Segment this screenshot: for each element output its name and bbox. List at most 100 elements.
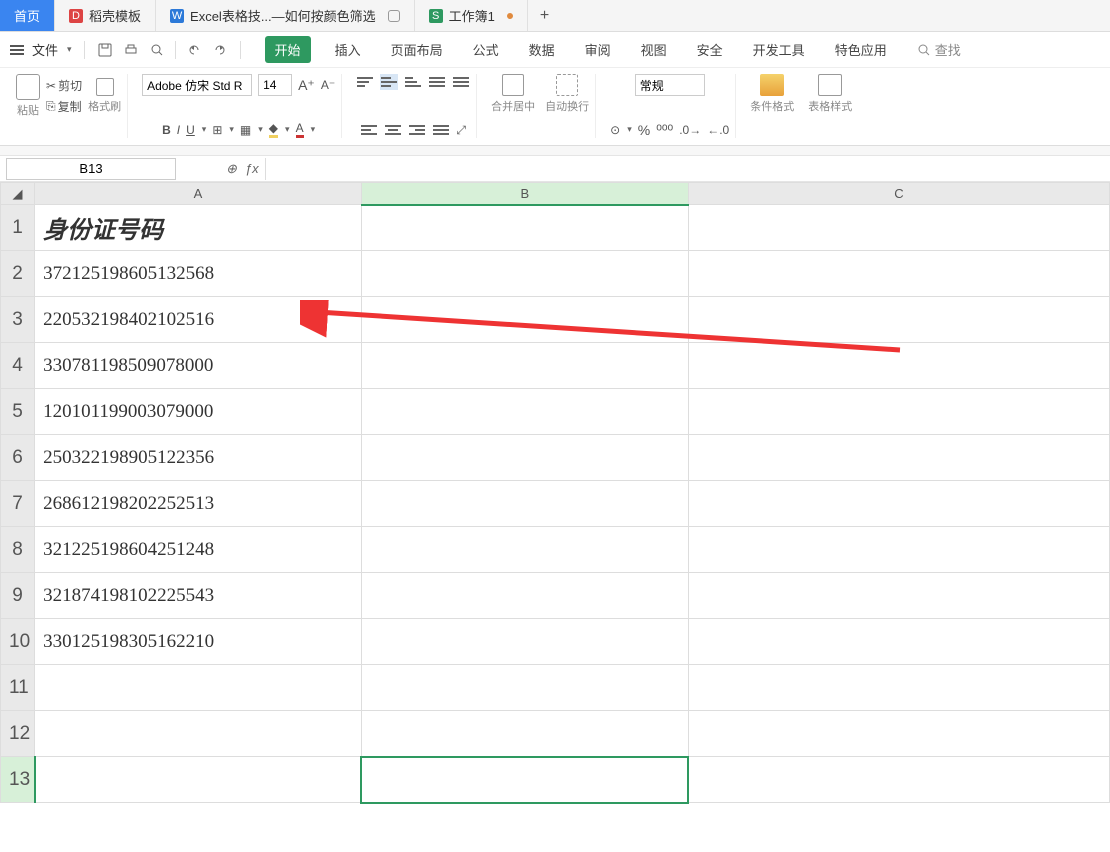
file-menu[interactable]: 文件 — [32, 40, 58, 59]
align-top-icon[interactable] — [356, 74, 374, 90]
align-center-icon[interactable] — [384, 122, 402, 138]
cell-A1[interactable]: 身份证号码 — [35, 205, 362, 251]
cell-A8[interactable]: 321225198604251248 — [35, 527, 362, 573]
percent-icon[interactable]: % — [638, 122, 650, 138]
cell-C10[interactable] — [688, 619, 1109, 665]
align-left-icon[interactable] — [360, 122, 378, 138]
undo-icon[interactable] — [186, 42, 202, 58]
cell-B10[interactable] — [361, 619, 688, 665]
cell-C7[interactable] — [688, 481, 1109, 527]
cell-B5[interactable] — [361, 389, 688, 435]
tab-workbook[interactable]: S工作簿1 — [415, 0, 528, 31]
menu-security[interactable]: 安全 — [691, 36, 729, 63]
row-header[interactable]: 8 — [1, 527, 35, 573]
italic-button[interactable]: I — [177, 123, 180, 137]
align-justify-icon[interactable] — [432, 122, 450, 138]
cell-B13[interactable] — [361, 757, 688, 803]
row-header[interactable]: 12 — [1, 711, 35, 757]
formula-input[interactable] — [265, 158, 1110, 180]
cell-A5[interactable]: 120101199003079000 — [35, 389, 362, 435]
menu-view[interactable]: 视图 — [635, 36, 673, 63]
row-header[interactable]: 6 — [1, 435, 35, 481]
comma-icon[interactable]: ᵒᵒᵒ — [656, 121, 673, 138]
orientation-icon[interactable]: ⤢ — [456, 123, 466, 138]
tab-home[interactable]: 首页 — [0, 0, 55, 31]
name-box[interactable] — [6, 158, 176, 180]
row-header[interactable]: 11 — [1, 665, 35, 711]
menu-data[interactable]: 数据 — [523, 36, 561, 63]
row-header[interactable]: 2 — [1, 251, 35, 297]
border-button[interactable]: ⊞ — [212, 123, 222, 137]
cell-A3[interactable]: 220532198402102516 — [35, 297, 362, 343]
menu-dev[interactable]: 开发工具 — [747, 36, 811, 63]
underline-button[interactable]: U — [186, 123, 195, 137]
new-tab-button[interactable]: + — [528, 7, 561, 25]
col-header-A[interactable]: A — [35, 183, 362, 205]
menu-start[interactable]: 开始 — [265, 36, 311, 63]
row-header[interactable]: 9 — [1, 573, 35, 619]
fx-zoom-icon[interactable]: ⊕ — [226, 161, 237, 177]
align-right-icon[interactable] — [408, 122, 426, 138]
cell-C12[interactable] — [688, 711, 1109, 757]
row-header[interactable]: 13 — [1, 757, 35, 803]
cell-B9[interactable] — [361, 573, 688, 619]
select-all-corner[interactable]: ◢ — [1, 183, 35, 205]
align-bottom-icon[interactable] — [404, 74, 422, 90]
cell-A9[interactable]: 321874198102225543 — [35, 573, 362, 619]
wrap-icon[interactable] — [556, 74, 578, 96]
menu-formula[interactable]: 公式 — [467, 36, 505, 63]
cell-A11[interactable] — [35, 665, 362, 711]
cell-style-button[interactable]: ▦ — [240, 123, 251, 137]
increase-decimal-icon[interactable]: .0→ — [679, 123, 701, 137]
paste-icon[interactable] — [16, 74, 40, 100]
menu-special[interactable]: 特色应用 — [829, 36, 893, 63]
table-style-icon[interactable] — [818, 74, 842, 96]
align-middle-icon[interactable] — [380, 74, 398, 90]
indent-increase-icon[interactable] — [452, 74, 470, 90]
cell-A12[interactable] — [35, 711, 362, 757]
cell-C4[interactable] — [688, 343, 1109, 389]
cell-C13[interactable] — [688, 757, 1109, 803]
font-size-select[interactable] — [258, 74, 292, 96]
currency-icon[interactable]: ⊙ — [610, 123, 620, 137]
col-header-B[interactable]: B — [361, 183, 688, 205]
increase-font-icon[interactable]: A⁺ — [298, 77, 315, 94]
row-header[interactable]: 10 — [1, 619, 35, 665]
cell-B7[interactable] — [361, 481, 688, 527]
hamburger-icon[interactable] — [10, 45, 24, 55]
tab-excel-doc[interactable]: WExcel表格技...—如何按颜色筛选 — [156, 0, 415, 31]
row-header[interactable]: 4 — [1, 343, 35, 389]
save-icon[interactable] — [97, 42, 113, 58]
fill-color-button[interactable]: ◆ — [269, 121, 278, 138]
tab-templates[interactable]: D稻壳模板 — [55, 0, 156, 31]
format-painter-icon[interactable] — [96, 78, 114, 96]
cell-B11[interactable] — [361, 665, 688, 711]
cell-B2[interactable] — [361, 251, 688, 297]
cell-B3[interactable] — [361, 297, 688, 343]
cell-A7[interactable]: 268612198202252513 — [35, 481, 362, 527]
conditional-format-icon[interactable] — [760, 74, 784, 96]
print-icon[interactable] — [123, 42, 139, 58]
cell-C6[interactable] — [688, 435, 1109, 481]
font-color-button[interactable]: A — [296, 121, 304, 138]
cell-A10[interactable]: 330125198305162210 — [35, 619, 362, 665]
col-header-C[interactable]: C — [688, 183, 1109, 205]
fx-icon[interactable]: ƒx — [245, 161, 259, 176]
row-header[interactable]: 1 — [1, 205, 35, 251]
row-header[interactable]: 7 — [1, 481, 35, 527]
decrease-font-icon[interactable]: A⁻ — [321, 78, 335, 92]
spreadsheet-grid[interactable]: ◢ A B C 1身份证号码 2372125198605132568 32205… — [0, 182, 1110, 803]
cell-A13[interactable] — [35, 757, 362, 803]
cell-C5[interactable] — [688, 389, 1109, 435]
cell-C8[interactable] — [688, 527, 1109, 573]
cell-B6[interactable] — [361, 435, 688, 481]
cell-A2[interactable]: 372125198605132568 — [35, 251, 362, 297]
cell-C9[interactable] — [688, 573, 1109, 619]
font-name-select[interactable] — [142, 74, 252, 96]
redo-icon[interactable] — [212, 42, 228, 58]
decrease-decimal-icon[interactable]: ←.0 — [707, 123, 729, 137]
cut-button[interactable]: ✂ 剪切 — [46, 77, 82, 94]
row-header[interactable]: 5 — [1, 389, 35, 435]
cell-B1[interactable] — [361, 205, 688, 251]
search-box[interactable]: 查找 — [917, 40, 961, 59]
